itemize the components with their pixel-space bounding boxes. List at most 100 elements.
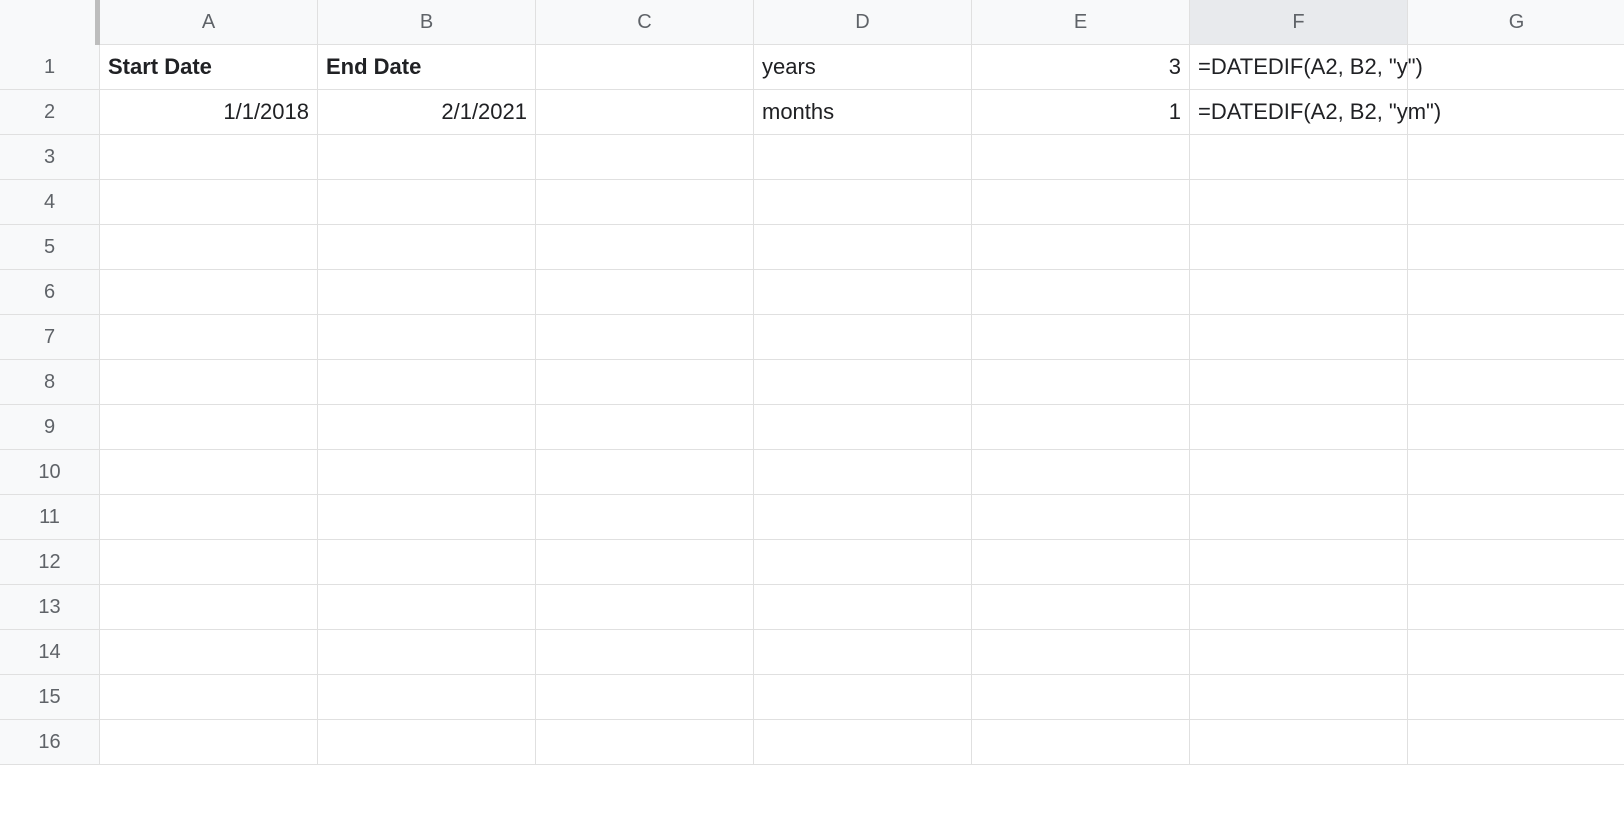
cell-d8[interactable] (754, 360, 972, 405)
cell-e7[interactable] (972, 315, 1190, 360)
cell-a6[interactable] (100, 270, 318, 315)
row-header-10[interactable]: 10 (0, 450, 100, 495)
cell-b13[interactable] (318, 585, 536, 630)
cell-e15[interactable] (972, 675, 1190, 720)
cell-f15[interactable] (1190, 675, 1408, 720)
cell-c11[interactable] (536, 495, 754, 540)
cell-b14[interactable] (318, 630, 536, 675)
cell-f3[interactable] (1190, 135, 1408, 180)
cell-c5[interactable] (536, 225, 754, 270)
row-header-12[interactable]: 12 (0, 540, 100, 585)
cell-c10[interactable] (536, 450, 754, 495)
cell-b11[interactable] (318, 495, 536, 540)
cell-e8[interactable] (972, 360, 1190, 405)
cell-d4[interactable] (754, 180, 972, 225)
row-header-9[interactable]: 9 (0, 405, 100, 450)
cell-a2[interactable]: 1/1/2018 (100, 90, 318, 135)
cell-b3[interactable] (318, 135, 536, 180)
cell-f11[interactable] (1190, 495, 1408, 540)
cell-d3[interactable] (754, 135, 972, 180)
cell-d9[interactable] (754, 405, 972, 450)
cell-f9[interactable] (1190, 405, 1408, 450)
row-header-11[interactable]: 11 (0, 495, 100, 540)
column-header-f[interactable]: F (1190, 0, 1408, 45)
cell-e10[interactable] (972, 450, 1190, 495)
row-header-4[interactable]: 4 (0, 180, 100, 225)
column-header-e[interactable]: E (972, 0, 1190, 45)
cell-g13[interactable] (1408, 585, 1624, 630)
cell-e3[interactable] (972, 135, 1190, 180)
cell-b7[interactable] (318, 315, 536, 360)
cell-c14[interactable] (536, 630, 754, 675)
cell-f7[interactable] (1190, 315, 1408, 360)
cell-d2[interactable]: months (754, 90, 972, 135)
row-header-1[interactable]: 1 (0, 45, 100, 90)
cell-f2[interactable]: =DATEDIF(A2, B2, "ym") (1190, 90, 1408, 135)
cell-g14[interactable] (1408, 630, 1624, 675)
cell-e4[interactable] (972, 180, 1190, 225)
cell-f1[interactable]: =DATEDIF(A2, B2, "y") (1190, 45, 1408, 90)
cell-d6[interactable] (754, 270, 972, 315)
cell-e14[interactable] (972, 630, 1190, 675)
cell-b4[interactable] (318, 180, 536, 225)
row-header-14[interactable]: 14 (0, 630, 100, 675)
cell-e1[interactable]: 3 (972, 45, 1190, 90)
cell-f8[interactable] (1190, 360, 1408, 405)
cell-e2[interactable]: 1 (972, 90, 1190, 135)
cell-a13[interactable] (100, 585, 318, 630)
select-all-corner[interactable] (0, 0, 100, 48)
row-header-6[interactable]: 6 (0, 270, 100, 315)
cell-d14[interactable] (754, 630, 972, 675)
column-header-a[interactable]: A (100, 0, 318, 45)
cell-d16[interactable] (754, 720, 972, 765)
row-header-15[interactable]: 15 (0, 675, 100, 720)
cell-g3[interactable] (1408, 135, 1624, 180)
cell-g7[interactable] (1408, 315, 1624, 360)
row-header-13[interactable]: 13 (0, 585, 100, 630)
cell-b8[interactable] (318, 360, 536, 405)
cell-c4[interactable] (536, 180, 754, 225)
cell-a16[interactable] (100, 720, 318, 765)
cell-e12[interactable] (972, 540, 1190, 585)
cell-b12[interactable] (318, 540, 536, 585)
cell-a4[interactable] (100, 180, 318, 225)
cell-b1[interactable]: End Date (318, 45, 536, 90)
cell-a15[interactable] (100, 675, 318, 720)
cell-b9[interactable] (318, 405, 536, 450)
spreadsheet-grid[interactable]: ABCDEFG1Start DateEnd Dateyears3=DATEDIF… (0, 0, 1624, 765)
cell-b10[interactable] (318, 450, 536, 495)
cell-f12[interactable] (1190, 540, 1408, 585)
cell-d15[interactable] (754, 675, 972, 720)
cell-c7[interactable] (536, 315, 754, 360)
cell-c13[interactable] (536, 585, 754, 630)
cell-g5[interactable] (1408, 225, 1624, 270)
cell-g8[interactable] (1408, 360, 1624, 405)
cell-g11[interactable] (1408, 495, 1624, 540)
row-header-2[interactable]: 2 (0, 90, 100, 135)
cell-c12[interactable] (536, 540, 754, 585)
cell-g16[interactable] (1408, 720, 1624, 765)
cell-d1[interactable]: years (754, 45, 972, 90)
cell-a14[interactable] (100, 630, 318, 675)
cell-c8[interactable] (536, 360, 754, 405)
cell-c6[interactable] (536, 270, 754, 315)
cell-c2[interactable] (536, 90, 754, 135)
cell-a1[interactable]: Start Date (100, 45, 318, 90)
cell-d7[interactable] (754, 315, 972, 360)
row-header-16[interactable]: 16 (0, 720, 100, 765)
cell-c9[interactable] (536, 405, 754, 450)
cell-b5[interactable] (318, 225, 536, 270)
cell-a3[interactable] (100, 135, 318, 180)
cell-f16[interactable] (1190, 720, 1408, 765)
cell-d11[interactable] (754, 495, 972, 540)
cell-b2[interactable]: 2/1/2021 (318, 90, 536, 135)
cell-e11[interactable] (972, 495, 1190, 540)
column-header-g[interactable]: G (1408, 0, 1624, 45)
row-header-7[interactable]: 7 (0, 315, 100, 360)
cell-c1[interactable] (536, 45, 754, 90)
cell-f5[interactable] (1190, 225, 1408, 270)
cell-d12[interactable] (754, 540, 972, 585)
cell-f10[interactable] (1190, 450, 1408, 495)
cell-f13[interactable] (1190, 585, 1408, 630)
cell-a11[interactable] (100, 495, 318, 540)
